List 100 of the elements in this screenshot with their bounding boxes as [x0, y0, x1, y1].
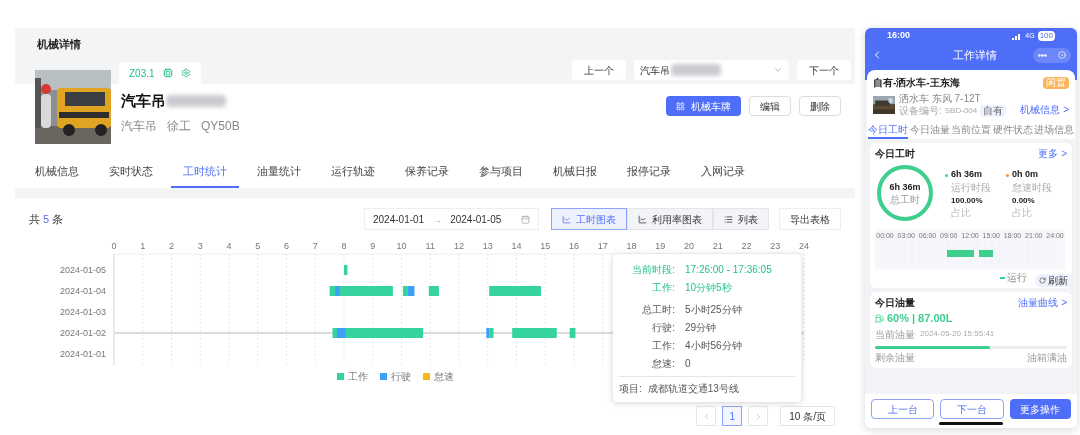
- tab[interactable]: 机械信息: [23, 156, 91, 188]
- tooltip-label: 行驶:: [651, 320, 675, 335]
- refresh-icon: [1039, 277, 1046, 284]
- mobile-tab[interactable]: 当前位置: [951, 121, 991, 139]
- time-bar: [569, 328, 576, 338]
- mobile-tab[interactable]: 今日油量: [909, 121, 950, 139]
- redaction-blur: [166, 95, 226, 108]
- redaction-blur: [671, 64, 721, 76]
- tooltip-label: 工作:: [651, 280, 675, 295]
- card-title: 今日油量: [875, 296, 915, 310]
- tooltip-label: 怠速:: [651, 356, 675, 371]
- action-button[interactable]: 编辑: [749, 96, 791, 116]
- tab[interactable]: 运行轨迹: [319, 156, 387, 188]
- more-link[interactable]: 更多 >: [1038, 146, 1067, 161]
- legend-label: 运行: [1007, 271, 1027, 285]
- hour-label: 15: [540, 241, 551, 251]
- date-label: 2024-01-05: [59, 265, 106, 275]
- card-title: 今日工时: [875, 147, 915, 161]
- page-size-select[interactable]: 10 条/页: [780, 406, 835, 426]
- fuel-amount: 87.00L: [918, 311, 953, 326]
- export-button[interactable]: 导出表格: [779, 208, 841, 230]
- machine-code: SBD-004: [944, 105, 978, 117]
- time-bar: [512, 328, 557, 338]
- tab[interactable]: 机械日报: [541, 156, 609, 188]
- tab[interactable]: 油量统计: [245, 156, 313, 188]
- project-name: 成都轨道交通13号线: [647, 382, 739, 396]
- tab[interactable]: 参与项目: [467, 156, 535, 188]
- date-label: 2024-01-03: [59, 307, 106, 317]
- hour-label: 1: [140, 241, 146, 251]
- more-dots-icon: [1038, 53, 1048, 57]
- next-button[interactable]: 下一个: [797, 60, 851, 80]
- chart-icon: [562, 214, 571, 224]
- chip-icon: [162, 68, 173, 78]
- status-time: 16:00: [887, 29, 911, 43]
- remaining-label: 剩余油量: [875, 350, 915, 365]
- machine-info-link[interactable]: 机械信息 >: [1020, 102, 1069, 117]
- mobile-tab[interactable]: 今日工时: [868, 121, 908, 139]
- next-page-button[interactable]: [748, 406, 769, 426]
- ratio-value: 0.00%: [1012, 194, 1036, 207]
- plate-button[interactable]: 机械车牌: [666, 96, 741, 116]
- view-toggle[interactable]: 工时图表: [551, 208, 627, 230]
- fuel-curve-link[interactable]: 油量曲线 >: [1018, 295, 1067, 310]
- mobile-tab[interactable]: 硬件状态: [992, 121, 1033, 139]
- hour-label: 12: [454, 241, 464, 251]
- ownership-tag: 自有: [980, 105, 1007, 117]
- hour-label: 8: [341, 241, 347, 251]
- date-label: 2024-01-04: [59, 286, 106, 296]
- calendar-icon: [521, 214, 530, 224]
- date-range-field[interactable]: 2024-01-01 → 2024-01-05: [364, 208, 539, 230]
- tooltip-label: 总工时:: [641, 302, 675, 317]
- page-button[interactable]: 1: [722, 406, 743, 426]
- machine-name: 汽车吊: [121, 91, 166, 111]
- prev-page-button[interactable]: [696, 406, 717, 426]
- hour-label: 0: [111, 241, 117, 251]
- fuel-icon: [875, 313, 884, 323]
- tooltip-value: 17:26:00 - 17:36:05: [685, 262, 772, 277]
- capsule-menu[interactable]: [1033, 47, 1071, 63]
- date-label: 2024-01-02: [59, 328, 106, 338]
- time-bar: [344, 265, 348, 275]
- hour-label: 4: [226, 241, 232, 251]
- chart-icon: [638, 214, 647, 224]
- bottom-action-button[interactable]: 上一台: [871, 399, 935, 419]
- time-bar: [428, 286, 439, 296]
- view-toggle[interactable]: 利用率图表: [627, 208, 713, 230]
- hour-label: 10: [396, 241, 407, 251]
- bottom-action-button[interactable]: 下一台: [940, 399, 1004, 419]
- fuel-percent: 60%: [887, 311, 910, 326]
- hour-label: 24: [799, 241, 809, 251]
- time-bar: [489, 286, 541, 296]
- machine-spec: 洒水车 东风 7-12T: [899, 93, 982, 105]
- tab[interactable]: 入网记录: [689, 156, 757, 188]
- hour-label: 7: [312, 241, 318, 251]
- tab[interactable]: 实时状态: [97, 156, 165, 188]
- tooltip-value: 10分钟5秒: [685, 280, 732, 295]
- fuel-label: 当前油量: [875, 327, 915, 342]
- screen-title: 工作详情: [953, 47, 997, 63]
- view-toggle[interactable]: 列表: [713, 208, 769, 230]
- hour-label: 23: [770, 241, 781, 251]
- project-label: 项目:: [619, 382, 642, 396]
- prev-button[interactable]: 上一个: [572, 60, 626, 80]
- tab[interactable]: 保养记录: [393, 156, 461, 188]
- tooltip-value: 0: [685, 356, 691, 371]
- refresh-button[interactable]: 刷新: [1035, 274, 1072, 287]
- hour-label: 17: [597, 241, 608, 251]
- machine-brand: 徐工: [167, 117, 191, 135]
- tab[interactable]: 报停记录: [615, 156, 683, 188]
- fuel-time: 2024-05-20 15:55:41: [920, 328, 995, 340]
- hour-label: 20: [684, 241, 694, 251]
- stat-label: 怠速时段: [1012, 181, 1053, 193]
- hour-label: 11: [425, 241, 435, 251]
- separator: |: [912, 311, 916, 326]
- machine-select[interactable]: 汽车吊: [634, 60, 789, 80]
- full-tank-label: 油箱满油: [1027, 350, 1067, 365]
- mobile-tab[interactable]: 进场信息: [1034, 121, 1074, 139]
- tooltip-value: 4小时56分钟: [685, 338, 742, 353]
- bottom-action-button[interactable]: 更多操作: [1009, 399, 1071, 419]
- action-button[interactable]: 删除: [799, 96, 841, 116]
- status-badge: 闲置: [1043, 76, 1069, 89]
- tab[interactable]: 工时统计: [171, 156, 239, 188]
- hour-label: 19: [655, 241, 666, 251]
